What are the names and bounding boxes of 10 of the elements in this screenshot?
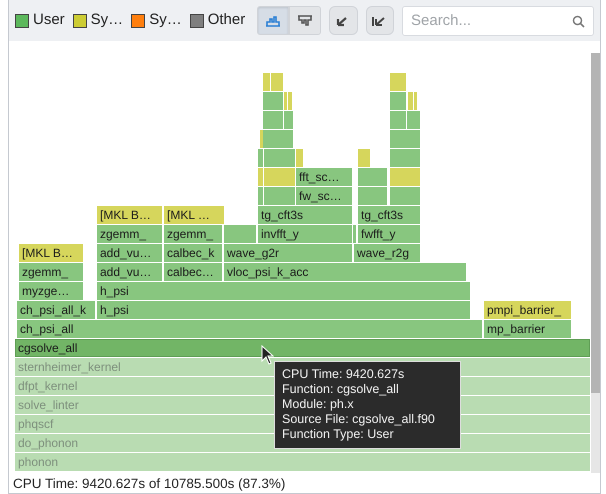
status-text: CPU Time: 9420.627s of 10785.500s (87.3%) bbox=[12, 475, 286, 493]
legend-label: User bbox=[33, 10, 65, 30]
legend-label: Other bbox=[208, 10, 246, 30]
tooltip-line: CPU Time: 9420.627s bbox=[282, 367, 406, 382]
tooltip-line: Source File: cgsolve_all.f90 bbox=[282, 412, 436, 427]
tooltip-line: Module: ph.x bbox=[282, 397, 355, 412]
legend-label: Sy… bbox=[149, 10, 182, 30]
legend-label: Sy… bbox=[90, 10, 124, 30]
tooltip-line: Function: cgsolve_all bbox=[282, 382, 400, 397]
tooltip-line: Function Type: User bbox=[282, 427, 395, 442]
